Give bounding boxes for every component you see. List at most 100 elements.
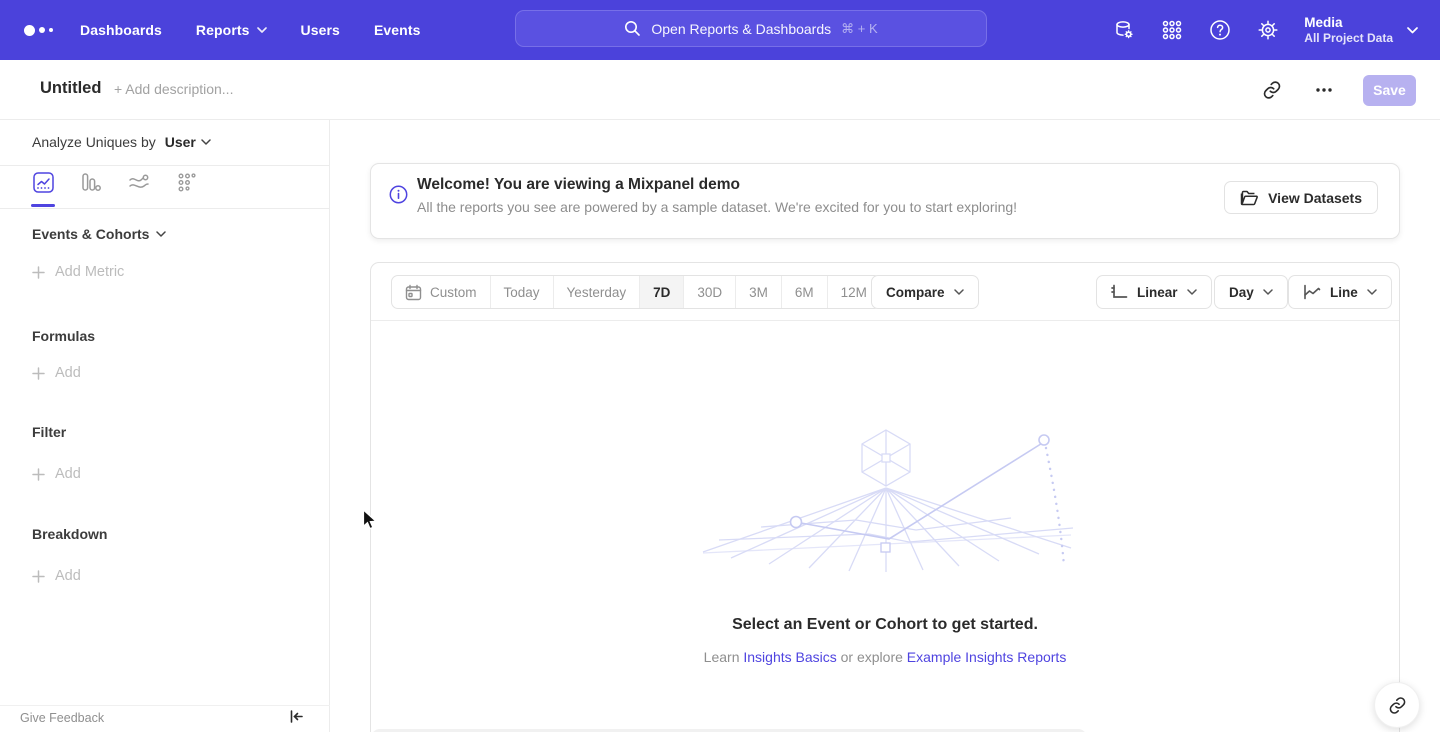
- view-datasets-button[interactable]: View Datasets: [1224, 181, 1378, 214]
- help-icon[interactable]: [1208, 18, 1232, 42]
- chevron-down-icon: [1263, 289, 1273, 295]
- add-filter-label: Add: [55, 466, 81, 482]
- date-range-yesterday[interactable]: Yesterday: [554, 276, 641, 308]
- copy-link-icon[interactable]: [1259, 77, 1285, 103]
- date-range-segmented-control: Custom Today Yesterday 7D 30D 3M 6M 12M: [391, 275, 881, 309]
- analyze-uniques-label: Analyze Uniques by: [32, 134, 156, 150]
- filter-label: Filter: [32, 424, 66, 440]
- add-breakdown-label: Add: [55, 568, 81, 584]
- chevron-down-icon: [156, 231, 166, 237]
- demo-welcome-banner: Welcome! You are viewing a Mixpanel demo…: [370, 163, 1400, 239]
- chevron-down-icon: [257, 27, 267, 33]
- view-datasets-label: View Datasets: [1268, 190, 1362, 206]
- link-icon: [1388, 696, 1407, 715]
- plus-icon: [32, 468, 45, 481]
- report-header: Untitled + Add description... Save: [0, 60, 1440, 120]
- chart-type-dropdown[interactable]: Line: [1288, 275, 1392, 309]
- date-range-label: 12M: [841, 285, 867, 300]
- info-icon: [389, 185, 408, 209]
- project-name: Media: [1304, 14, 1393, 31]
- date-range-today[interactable]: Today: [491, 276, 554, 308]
- middle-text: or explore: [841, 649, 903, 665]
- compare-label: Compare: [886, 285, 945, 300]
- example-insights-reports-link[interactable]: Example Insights Reports: [907, 649, 1067, 665]
- date-range-custom[interactable]: Custom: [392, 276, 491, 308]
- banner-title: Welcome! You are viewing a Mixpanel demo: [417, 176, 740, 194]
- interval-dropdown[interactable]: Day: [1214, 275, 1288, 309]
- nav-dashboards[interactable]: Dashboards: [80, 22, 162, 38]
- plus-icon: [32, 266, 45, 279]
- events-cohorts-section[interactable]: Events & Cohorts: [32, 226, 166, 242]
- scale-dropdown[interactable]: Linear: [1096, 275, 1212, 309]
- nav-reports[interactable]: Reports: [196, 22, 267, 38]
- search-shortcut: ⌘ + K: [841, 21, 878, 37]
- tab-insights-line[interactable]: [32, 172, 54, 202]
- save-button[interactable]: Save: [1363, 75, 1416, 106]
- search-placeholder: Open Reports & Dashboards: [651, 21, 831, 37]
- tab-bar-chart[interactable]: [80, 172, 102, 202]
- chart-type-label: Line: [1330, 285, 1358, 300]
- settings-gear-icon[interactable]: [1256, 18, 1280, 42]
- mixpanel-logo[interactable]: [24, 25, 60, 36]
- add-breakdown-button[interactable]: Add: [32, 568, 81, 584]
- nav-label: Reports: [196, 22, 250, 38]
- logo-dot: [49, 28, 53, 32]
- learn-prefix: Learn: [704, 649, 740, 665]
- chevron-down-icon: [1367, 289, 1377, 295]
- nav-users[interactable]: Users: [301, 22, 340, 38]
- give-feedback-link[interactable]: Give Feedback: [20, 711, 104, 725]
- analyze-by-value: User: [165, 134, 196, 150]
- chart-toolbar: Custom Today Yesterday 7D 30D 3M 6M 12M …: [371, 263, 1399, 321]
- date-range-label: Today: [504, 285, 540, 300]
- insights-basics-link[interactable]: Insights Basics: [743, 649, 836, 665]
- sidebar-footer: Give Feedback: [0, 705, 330, 732]
- interval-label: Day: [1229, 285, 1254, 300]
- chevron-down-icon: [1187, 289, 1197, 295]
- breakdown-section-header: Breakdown: [32, 526, 107, 542]
- chevron-down-icon: [954, 289, 964, 295]
- floating-copy-link-button[interactable]: [1374, 682, 1420, 728]
- date-range-7d[interactable]: 7D: [640, 276, 684, 308]
- nav-events[interactable]: Events: [374, 22, 421, 38]
- line-chart-icon: [1303, 284, 1321, 300]
- add-metric-label: Add Metric: [55, 264, 124, 280]
- compare-dropdown[interactable]: Compare: [871, 275, 979, 309]
- plus-icon: [32, 570, 45, 583]
- divider: [0, 165, 330, 166]
- empty-state: Select an Event or Cohort to get started…: [371, 321, 1399, 681]
- date-range-30d[interactable]: 30D: [684, 276, 736, 308]
- data-management-icon[interactable]: [1112, 18, 1136, 42]
- add-formula-button[interactable]: Add: [32, 365, 81, 381]
- analyze-by-dropdown[interactable]: User: [165, 134, 211, 150]
- empty-state-illustration: [701, 426, 1073, 574]
- search-icon: [624, 20, 641, 37]
- folder-icon: [1240, 190, 1259, 206]
- tab-flow[interactable]: [128, 172, 150, 202]
- global-search-input[interactable]: Open Reports & Dashboards ⌘ + K: [515, 10, 987, 47]
- apps-grid-icon[interactable]: [1160, 18, 1184, 42]
- logo-dot: [24, 25, 35, 36]
- date-range-label: 7D: [653, 285, 670, 300]
- insights-chart-card: Custom Today Yesterday 7D 30D 3M 6M 12M …: [370, 262, 1400, 732]
- date-range-label: 3M: [749, 285, 768, 300]
- nav-label: Dashboards: [80, 22, 162, 38]
- tab-scatter[interactable]: [176, 172, 198, 202]
- add-description-field[interactable]: + Add description...: [114, 81, 233, 97]
- events-cohorts-label: Events & Cohorts: [32, 226, 149, 242]
- date-range-label: 6M: [795, 285, 814, 300]
- bar-chart-icon: [81, 172, 101, 193]
- flow-icon: [128, 172, 150, 193]
- calendar-icon: [405, 284, 422, 301]
- date-range-6m[interactable]: 6M: [782, 276, 828, 308]
- empty-state-links: Learn Insights Basics or explore Example…: [371, 649, 1399, 665]
- collapse-sidebar-icon[interactable]: [289, 709, 304, 729]
- project-selector[interactable]: Media All Project Data: [1304, 14, 1418, 46]
- add-metric-button[interactable]: Add Metric: [32, 264, 124, 280]
- nav-label: Users: [301, 22, 340, 38]
- more-options-icon[interactable]: [1311, 77, 1337, 103]
- date-range-3m[interactable]: 3M: [736, 276, 782, 308]
- date-range-label: 30D: [697, 285, 722, 300]
- add-filter-button[interactable]: Add: [32, 466, 81, 482]
- report-title[interactable]: Untitled: [40, 79, 101, 98]
- main-content: Welcome! You are viewing a Mixpanel demo…: [330, 120, 1440, 732]
